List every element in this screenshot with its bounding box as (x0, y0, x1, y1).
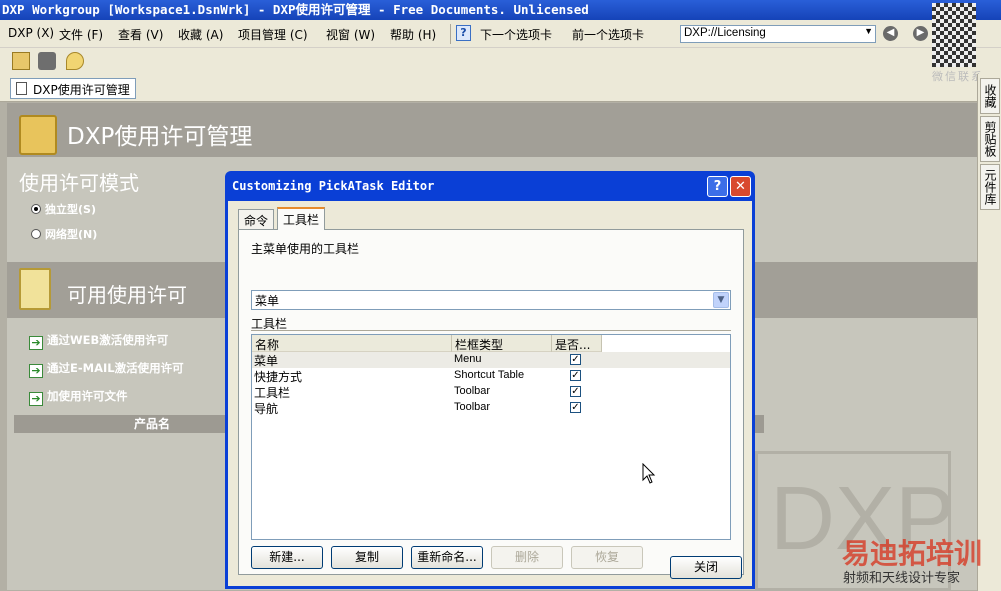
radio-standalone[interactable]: 独立型(S) (31, 201, 96, 217)
arrow-right-icon: ➔ (29, 336, 43, 350)
activate-email-link[interactable]: ➔ 通过E-MAIL激活使用许可 (29, 360, 184, 378)
row-name: 快捷方式 (254, 370, 303, 384)
table-row[interactable]: 导航 Toolbar ✓ (252, 400, 730, 416)
divider (251, 330, 731, 331)
radio-dot (31, 229, 41, 239)
table-row[interactable]: 快捷方式 Shortcut Table ✓ (252, 368, 730, 384)
dialog-title: Customizing PickATask Editor (232, 179, 435, 193)
tab-license-manager[interactable]: DXP使用许可管理 (10, 78, 136, 99)
row-type: Toolbar (454, 401, 491, 413)
next-tab-button[interactable]: 下一个选项卡 (480, 26, 552, 43)
page-title: DXP使用许可管理 (67, 124, 253, 150)
column-header-name[interactable]: 名称 (252, 335, 452, 353)
main-menu-value: 菜单 (255, 294, 280, 308)
folder-lock-icon (19, 115, 57, 155)
prev-tab-button[interactable]: 前一个选项卡 (572, 26, 644, 43)
open-project-icon[interactable] (38, 52, 56, 70)
close-icon[interactable]: ✕ (730, 176, 751, 197)
action-label: 通过WEB激活使用许可 (47, 333, 169, 347)
arrow-right-icon: ➔ (29, 392, 43, 406)
tab-favorites[interactable]: 收藏 (980, 78, 1000, 114)
tip-icon[interactable] (66, 52, 84, 70)
row-type: Menu (454, 353, 482, 365)
toolbars-list[interactable]: 名称 栏框类型 是否... 菜单 Menu ✓ 快捷方式 Shortcut Ta… (251, 334, 731, 540)
tab-label: DXP使用许可管理 (33, 83, 130, 97)
tab-commands[interactable]: 命令 (238, 209, 275, 230)
open-folder-icon[interactable] (12, 52, 30, 70)
table-row[interactable]: 工具栏 Toolbar ✓ (252, 384, 730, 400)
main-menu-label: 主菜单使用的工具栏 (251, 242, 360, 256)
radio-label: 独立型(S) (45, 203, 96, 216)
customize-dialog: Customizing PickATask Editor ? ✕ 命令 主菜单使… (225, 171, 755, 589)
row-checkbox[interactable]: ✓ (570, 370, 581, 381)
document-icon (16, 82, 27, 95)
menu-file[interactable]: 文件 (F) (59, 26, 103, 43)
tab-library[interactable]: 元件库 (980, 164, 1000, 210)
mode-title: 使用许可模式 (19, 171, 139, 195)
forward-icon[interactable]: ▶ (913, 26, 928, 41)
activate-web-link[interactable]: ➔ 通过WEB激活使用许可 (29, 332, 168, 350)
menu-separator (450, 24, 451, 44)
delete-button[interactable]: 删除 (491, 546, 563, 569)
chevron-down-icon[interactable]: ▼ (864, 26, 873, 36)
table-row[interactable]: 菜单 Menu ✓ (252, 352, 730, 368)
add-license-file-link[interactable]: ➔ 加使用许可文件 (29, 388, 128, 406)
column-header-type[interactable]: 栏框类型 (452, 335, 552, 353)
menu-help[interactable]: 帮助 (H) (390, 26, 436, 43)
restore-button[interactable]: 恢复 (571, 546, 643, 569)
row-name: 导航 (254, 402, 279, 416)
radio-network[interactable]: 网络型(N) (31, 226, 97, 242)
copy-button[interactable]: 复制 (331, 546, 403, 569)
brand-watermark: 易迪拓培训 (842, 537, 983, 570)
standard-toolbar (0, 48, 1001, 74)
window-title-bar: DXP Workgroup [Workspace1.DsnWrk] - DXP使… (0, 0, 1001, 20)
radio-label: 网络型(N) (45, 228, 98, 241)
right-panel-bar: 收藏 剪贴板 元件库 (977, 74, 1001, 591)
slogan-watermark: 射频和天线设计专家 (843, 571, 961, 586)
column-header-enabled[interactable]: 是否... (552, 335, 602, 353)
back-icon[interactable]: ◀ (883, 26, 898, 41)
action-label: 加使用许可文件 (47, 389, 128, 403)
row-name: 菜单 (254, 354, 279, 368)
menu-project[interactable]: 项目管理 (C) (238, 26, 308, 43)
qr-code-image (932, 3, 976, 67)
menu-favorites[interactable]: 收藏 (A) (178, 26, 223, 43)
tab-clipboard[interactable]: 剪贴板 (980, 116, 1000, 162)
menu-window[interactable]: 视窗 (W) (326, 26, 375, 43)
row-checkbox[interactable]: ✓ (570, 402, 581, 413)
toolbars-tab-panel: 主菜单使用的工具栏 菜单 ▼ 工具栏 名称 栏框类型 是否... 菜单 Menu… (238, 229, 744, 575)
row-type: Shortcut Table (454, 369, 525, 381)
dialog-title-bar: Customizing PickATask Editor ? ✕ (228, 171, 752, 201)
main-menu-combo[interactable]: 菜单 ▼ (251, 290, 731, 310)
window-title: DXP Workgroup [Workspace1.DsnWrk] - DXP使… (2, 2, 589, 17)
address-value: DXP://Licensing (684, 27, 766, 39)
document-tab-strip (0, 74, 1001, 102)
dialog-body: 命令 主菜单使用的工具栏 菜单 ▼ 工具栏 名称 栏框类型 是否... 菜单 M… (228, 201, 752, 586)
new-button[interactable]: 新建... (251, 546, 323, 569)
address-combo[interactable]: DXP://Licensing ▼ (680, 25, 876, 43)
menu-view[interactable]: 查看 (V) (118, 26, 163, 43)
row-checkbox[interactable]: ✓ (570, 354, 581, 365)
menu-bar: DXP (X) 文件 (F) 查看 (V) 收藏 (A) 项目管理 (C) 视窗… (0, 20, 1001, 48)
help-icon[interactable]: ? (707, 176, 728, 197)
tab-toolbars[interactable]: 工具栏 (277, 207, 326, 230)
mouse-pointer-icon (642, 463, 656, 484)
close-button[interactable]: 关闭 (670, 556, 742, 579)
action-label: 通过E-MAIL激活使用许可 (47, 361, 184, 375)
row-name: 工具栏 (254, 386, 291, 400)
chevron-down-icon[interactable]: ▼ (713, 292, 729, 308)
product-name-header: 产品名 (134, 417, 171, 431)
arrow-right-icon: ➔ (29, 364, 43, 378)
rename-button[interactable]: 重新命名... (411, 546, 483, 569)
menu-dxp[interactable]: DXP (X) (8, 26, 54, 40)
row-type: Toolbar (454, 385, 491, 397)
license-document-icon (19, 268, 51, 310)
help-icon[interactable]: ? (456, 25, 471, 41)
available-title: 可用使用许可 (67, 283, 187, 307)
radio-dot (31, 204, 41, 214)
row-checkbox[interactable]: ✓ (570, 386, 581, 397)
